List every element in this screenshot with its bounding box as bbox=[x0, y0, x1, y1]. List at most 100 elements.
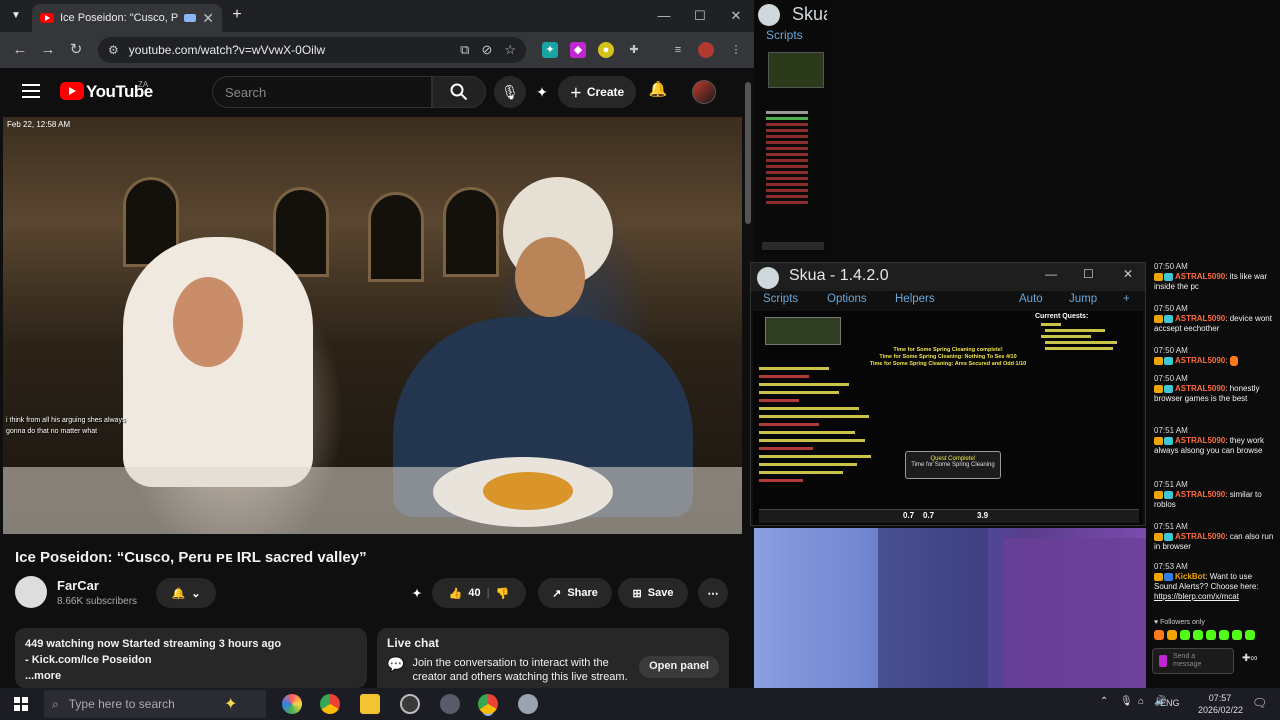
tracking-icon[interactable]: ⊘ bbox=[481, 42, 492, 58]
chat-username[interactable]: KickBot bbox=[1175, 572, 1205, 581]
system-clock[interactable]: 07:57 2026/02/22 bbox=[1198, 692, 1243, 716]
skua-menu-scripts[interactable]: Scripts bbox=[763, 293, 798, 305]
description-stats: 449 watching now Started streaming 3 hou… bbox=[25, 638, 282, 650]
maximize-icon[interactable]: ☐ bbox=[690, 6, 710, 26]
network-icon[interactable]: ⌂ bbox=[1138, 696, 1144, 707]
voice-search-button[interactable]: 🎙 bbox=[494, 76, 526, 108]
skua-logo-icon bbox=[758, 4, 780, 26]
channel-name[interactable]: FarCar bbox=[57, 578, 99, 593]
tab-close-icon[interactable]: ✕ bbox=[202, 10, 214, 27]
chat-link[interactable]: https://blerp.com/x/mcat bbox=[1154, 592, 1276, 602]
skua-menu-add[interactable]: + bbox=[1123, 293, 1130, 305]
address-bar[interactable]: ⚙ youtube.com/watch?v=wVvwX-0Oilw ⧉ ⊘ ☆ bbox=[98, 37, 526, 63]
chat-username[interactable]: ASTRAL5090 bbox=[1175, 436, 1225, 445]
emote-icon[interactable] bbox=[1180, 630, 1190, 640]
extensions-puzzle-icon[interactable]: ✚ bbox=[626, 42, 642, 58]
ai-sparkle-icon[interactable]: ✦ bbox=[404, 578, 430, 608]
skua-small-scripts-menu[interactable]: Scripts bbox=[766, 28, 803, 42]
chat-input[interactable]: Send a message bbox=[1152, 648, 1234, 674]
open-panel-button[interactable]: Open panel bbox=[639, 656, 719, 678]
extension-icon[interactable]: ● bbox=[598, 42, 614, 58]
tab-bar: ▼ Ice Poseidon: "Cusco, Peru ... ✕ + — ☐… bbox=[0, 0, 754, 32]
skua-small-hotbar[interactable] bbox=[762, 242, 824, 250]
notifications-icon[interactable]: 🗨 bbox=[1252, 696, 1267, 710]
chat-username[interactable]: ASTRAL5090 bbox=[1175, 384, 1225, 393]
notifications-bell-icon[interactable]: 🔔 bbox=[646, 80, 670, 104]
chat-username[interactable]: ASTRAL5090 bbox=[1175, 356, 1225, 365]
search-input[interactable]: Search bbox=[212, 76, 432, 108]
chat-username[interactable]: ASTRAL5090 bbox=[1175, 532, 1225, 541]
close-icon[interactable]: ✕ bbox=[1123, 267, 1133, 281]
app-icon[interactable] bbox=[440, 694, 460, 714]
skua-menu-helpers[interactable]: Helpers bbox=[895, 293, 935, 305]
copilot-icon[interactable] bbox=[282, 694, 302, 714]
more-actions-button[interactable]: ⋯ bbox=[698, 578, 728, 608]
emote-icon[interactable] bbox=[1245, 630, 1255, 640]
emote-icon[interactable] bbox=[1206, 630, 1216, 640]
windows-start-icon[interactable] bbox=[14, 697, 28, 711]
skua-menu-jump[interactable]: Jump bbox=[1069, 293, 1097, 305]
like-button[interactable]: 👍 bbox=[449, 587, 463, 600]
back-icon[interactable]: ← bbox=[10, 40, 30, 60]
subscribe-bell-button[interactable]: 🔔 ⌄ bbox=[156, 578, 216, 608]
chat-settings-icon[interactable]: ✚∞ bbox=[1242, 654, 1258, 664]
skua-menu-options[interactable]: Options bbox=[827, 293, 867, 305]
create-button[interactable]: ＋ Create bbox=[558, 76, 636, 108]
emote-icon[interactable] bbox=[1219, 630, 1229, 640]
obs-icon[interactable] bbox=[400, 694, 420, 714]
dislike-button[interactable]: 👎 bbox=[496, 587, 510, 600]
site-info-icon[interactable]: ⚙ bbox=[108, 43, 119, 57]
chat-username[interactable]: ASTRAL5090 bbox=[1175, 314, 1225, 323]
channel-avatar[interactable] bbox=[15, 576, 47, 608]
bookmark-star-icon[interactable]: ☆ bbox=[504, 42, 516, 58]
emote-icon[interactable] bbox=[1232, 630, 1242, 640]
crown-badge-icon bbox=[1154, 572, 1163, 581]
emote-icon[interactable] bbox=[1167, 630, 1177, 640]
extension-icon[interactable]: ◆ bbox=[570, 42, 586, 58]
microphone-tray-icon[interactable]: 🎙 bbox=[1120, 696, 1133, 707]
maximize-icon[interactable]: ☐ bbox=[1083, 267, 1094, 281]
save-button[interactable]: ⊞ Save bbox=[618, 578, 688, 608]
chat-username[interactable]: ASTRAL5090 bbox=[1175, 490, 1225, 499]
show-more-link[interactable]: ...more bbox=[25, 668, 357, 684]
video-player[interactable]: Feb 22, 12:58 AM i think from all his ar… bbox=[3, 117, 742, 534]
hamburger-menu-icon[interactable] bbox=[22, 84, 40, 98]
new-tab-button[interactable]: + bbox=[228, 6, 246, 26]
profile-avatar[interactable] bbox=[698, 42, 714, 58]
forward-icon[interactable]: → bbox=[38, 40, 58, 60]
chat-username[interactable]: ASTRAL5090 bbox=[1175, 272, 1225, 281]
menu-kebab-icon[interactable]: ⋮ bbox=[728, 42, 744, 58]
emote-icon[interactable] bbox=[1154, 630, 1164, 640]
tray-chevron-icon[interactable]: ⌃ bbox=[1100, 696, 1108, 707]
tab-search-icon[interactable]: ▼ bbox=[6, 6, 26, 26]
avatar[interactable] bbox=[692, 80, 716, 104]
skua-taskbar-icon[interactable] bbox=[518, 694, 538, 714]
browser-tab[interactable]: Ice Poseidon: "Cusco, Peru ... ✕ bbox=[32, 4, 222, 32]
extension-icon[interactable]: ✦ bbox=[542, 42, 558, 58]
scrollbar-thumb[interactable] bbox=[745, 82, 751, 224]
game-hotbar[interactable]: 0.7 0.7 3.9 bbox=[759, 509, 1139, 523]
quest-complete-popup[interactable]: Quest Complete! Time for Some Spring Cle… bbox=[905, 451, 1001, 479]
install-app-icon[interactable]: ⧉ bbox=[460, 42, 469, 58]
search-button[interactable] bbox=[432, 76, 486, 108]
reload-icon[interactable]: ↻ bbox=[66, 40, 86, 60]
emote-icon[interactable] bbox=[1193, 630, 1203, 640]
game-view[interactable]: Current Quests: Time for Some Spring Cle… bbox=[753, 311, 1143, 525]
minimize-icon[interactable]: — bbox=[654, 6, 674, 26]
youtube-logo-icon[interactable] bbox=[60, 82, 84, 100]
tab-media-icon[interactable] bbox=[184, 14, 197, 22]
skua-menu-auto[interactable]: Auto bbox=[1019, 293, 1043, 305]
log-line bbox=[759, 375, 809, 378]
chrome-active-icon[interactable] bbox=[478, 694, 498, 714]
close-window-icon[interactable]: ✕ bbox=[726, 6, 746, 26]
minimize-icon[interactable]: — bbox=[1045, 267, 1057, 281]
language-indicator[interactable]: ENG bbox=[1160, 698, 1180, 708]
share-button[interactable]: ↗ Share bbox=[538, 578, 612, 608]
media-controls-icon[interactable]: ≡ bbox=[670, 42, 686, 58]
file-explorer-icon[interactable] bbox=[360, 694, 380, 714]
description-box[interactable]: 449 watching now Started streaming 3 hou… bbox=[15, 628, 367, 688]
ai-sparkle-icon[interactable]: ✦ bbox=[526, 76, 558, 108]
sparkle-icon[interactable]: ✦ bbox=[224, 694, 237, 714]
emote-picker-icon[interactable] bbox=[1159, 655, 1167, 667]
chrome-icon[interactable] bbox=[320, 694, 340, 714]
